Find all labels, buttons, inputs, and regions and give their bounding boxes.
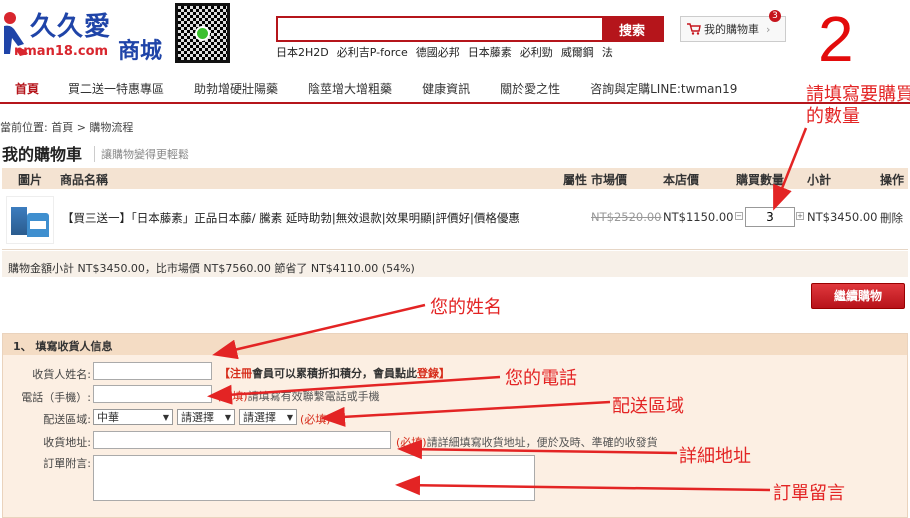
site-logo[interactable]: 久久愛 nman18.com 商城	[0, 4, 175, 64]
breadcrumb: 當前位置: 首頁 > 購物流程	[0, 121, 134, 134]
order-note-textarea[interactable]	[93, 455, 535, 501]
logo-text: 久久愛	[30, 12, 112, 42]
page-subtitle: 讓購物變得更輕鬆	[94, 146, 189, 162]
shop-price: NT$1150.00	[663, 210, 734, 224]
qty-decrease-button[interactable]: −	[735, 212, 743, 220]
register-link[interactable]: 注冊	[230, 367, 252, 380]
cart-count-badge: 3	[769, 10, 781, 22]
hotword-link[interactable]: 日本藤素	[468, 44, 512, 60]
hotword-link[interactable]: 必利吉P-force	[337, 44, 408, 60]
step-number: 2	[818, 3, 854, 75]
nav-erection[interactable]: 助勃增硬壯陽藥	[194, 76, 278, 102]
product-name-link[interactable]: 【買三送一】「日本藤素」正品日本藤/ 騰素 延時助勃|無效退款|效果明顯|評價好…	[62, 210, 520, 226]
annotation-region: 配送區域	[612, 396, 684, 417]
annotation-qty: 請填寫要購買 的數量	[806, 84, 910, 127]
nav-contact-line[interactable]: 咨詢與定購LINE:twman19	[590, 76, 737, 102]
search-button[interactable]: 搜索	[602, 18, 662, 40]
dropdown-arrow-icon: ▼	[224, 412, 231, 422]
annotation-note: 訂單留言	[773, 483, 845, 504]
name-label: 收貨人姓名:	[32, 368, 91, 381]
nav-about[interactable]: 關於愛之性	[500, 76, 560, 102]
logo-url: nman18.com	[14, 44, 109, 59]
cart-summary: 購物金額小計 NT$3450.00，比市場價 NT$7560.00 節省了 NT…	[2, 251, 908, 277]
col-image: 圖片	[18, 173, 43, 187]
nav-health[interactable]: 健康資訊	[422, 76, 470, 102]
country-select[interactable]: 中華 ▼	[93, 409, 173, 425]
nav-buy2get1[interactable]: 買二送一特惠專區	[68, 76, 164, 102]
continue-shopping-button[interactable]: 繼續購物	[811, 283, 905, 309]
nav-home[interactable]: 首頁	[15, 76, 39, 102]
chevron-right-icon: ›	[766, 22, 771, 36]
address-label: 收貨地址:	[43, 436, 91, 449]
annotation-address: 詳細地址	[679, 446, 751, 467]
line-app-icon	[195, 26, 210, 41]
dropdown-arrow-icon: ▼	[162, 412, 169, 422]
nav-enlargement[interactable]: 陰莖增大增粗藥	[308, 76, 392, 102]
col-name: 商品名稱	[60, 173, 109, 187]
hotword-link[interactable]: 必利勁	[520, 44, 553, 60]
annotation-name: 您的姓名	[430, 297, 502, 318]
col-market: 市場價	[591, 173, 628, 187]
delete-link[interactable]: 刪除	[880, 210, 903, 226]
quantity-input[interactable]	[745, 207, 795, 227]
qr-code	[175, 3, 230, 63]
product-image[interactable]	[6, 196, 54, 244]
hotword-link[interactable]: 日本2H2D	[276, 44, 329, 60]
col-subtotal: 小計	[807, 173, 832, 187]
cart-label: 我的購物車	[704, 23, 759, 36]
hotword-link[interactable]: 法	[602, 44, 613, 60]
form-heading: 1、 填寫收貨人信息	[3, 334, 907, 355]
consignee-name-input[interactable]	[93, 362, 212, 380]
qty-increase-button[interactable]: +	[796, 212, 804, 220]
hot-keywords: 日本2H2D 必利吉P-force 德國必邦 日本藤素 必利勁 威爾鋼 法	[276, 44, 613, 60]
region-label: 配送區域:	[43, 413, 91, 426]
province-select[interactable]: 請選擇 ▼	[177, 409, 235, 425]
register-hint: 【注冊會員可以累積折扣積分，會員點此登錄】	[219, 367, 450, 380]
col-shop: 本店價	[663, 173, 700, 187]
hotword-link[interactable]: 威爾鋼	[561, 44, 594, 60]
market-price: NT$2520.00	[591, 210, 662, 224]
address-hint: (必填)請詳細填寫收貨地址，便於及時、準確的收發貨	[396, 436, 658, 449]
region-required: (必填)	[300, 413, 331, 426]
page-title: 我的購物車	[2, 145, 83, 164]
cart-table-header: 圖片 商品名稱 屬性 市場價 本店價 購買數量 小計 操作	[2, 168, 908, 189]
col-qty: 購買數量	[736, 173, 785, 187]
col-action: 操作	[880, 173, 905, 187]
col-attr: 屬性	[563, 173, 588, 187]
phone-hint: (必填)請填寫有效聯繫電話或手機	[217, 390, 380, 403]
table-row: 【買三送一】「日本藤素」正品日本藤/ 騰素 延時助勃|無效退款|效果明顯|評價好…	[2, 190, 908, 250]
annotation-phone: 您的電話	[505, 368, 577, 389]
note-label: 訂單附言:	[43, 457, 91, 470]
cart-icon	[687, 23, 701, 35]
phone-label: 電話（手機）:	[21, 391, 91, 404]
phone-input[interactable]	[93, 385, 212, 403]
logo-mall: 商城	[118, 39, 163, 64]
hotword-link[interactable]: 德國必邦	[416, 44, 460, 60]
city-select[interactable]: 請選擇 ▼	[239, 409, 297, 425]
item-subtotal: NT$3450.00	[807, 210, 878, 224]
search-input[interactable]	[278, 18, 602, 40]
address-input[interactable]	[93, 431, 391, 449]
dropdown-arrow-icon: ▼	[286, 412, 293, 422]
main-nav: 首頁 買二送一特惠專區 助勃增硬壯陽藥 陰莖增大增粗藥 健康資訊 關於愛之性 咨…	[0, 76, 910, 104]
login-link[interactable]: 登錄	[417, 367, 439, 380]
search-bar: 搜索	[276, 16, 664, 42]
